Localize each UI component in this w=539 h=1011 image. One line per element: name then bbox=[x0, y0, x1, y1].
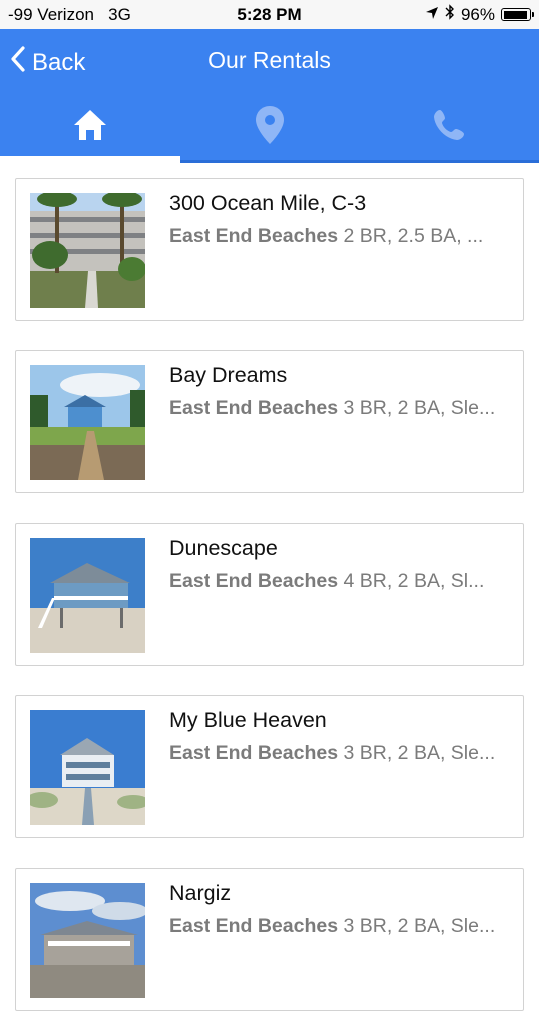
location-arrow-icon bbox=[425, 5, 439, 25]
rental-name: My Blue Heaven bbox=[169, 708, 327, 732]
rental-details: 2 BR, 2.5 BA, ... bbox=[343, 225, 484, 247]
battery-icon bbox=[501, 8, 534, 21]
rental-name: Dunescape bbox=[169, 536, 278, 560]
rental-card[interactable]: Bay Dreams East End Beaches 3 BR, 2 BA, … bbox=[15, 350, 524, 493]
rental-details: 3 BR, 2 BA, Sle... bbox=[343, 397, 496, 419]
navigation-bar: Back Our Rentals bbox=[0, 29, 539, 160]
status-bar: -99 Verizon 3G 5:28 PM 96% bbox=[0, 0, 539, 29]
rental-card[interactable]: 300 Ocean Mile, C-3 East End Beaches 2 B… bbox=[15, 178, 524, 321]
rental-details: 3 BR, 2 BA, Sle... bbox=[343, 742, 496, 764]
rental-area: East End Beaches bbox=[169, 742, 339, 764]
rental-photo bbox=[30, 883, 145, 998]
rental-card[interactable]: My Blue Heaven East End Beaches 3 BR, 2 … bbox=[15, 695, 524, 838]
rental-area: East End Beaches bbox=[169, 225, 339, 247]
rental-card[interactable]: Nargiz East End Beaches 3 BR, 2 BA, Sle.… bbox=[15, 868, 524, 1011]
rental-details: 4 BR, 2 BA, Sl... bbox=[343, 570, 485, 592]
phone-icon bbox=[432, 108, 466, 147]
rental-summary: East End Beaches 2 BR, 2.5 BA, ... bbox=[169, 225, 509, 248]
battery-percent: 96% bbox=[460, 4, 495, 24]
rental-photo bbox=[30, 538, 145, 653]
rental-summary: East End Beaches 3 BR, 2 BA, Sle... bbox=[169, 397, 509, 420]
rental-photo bbox=[30, 710, 145, 825]
rental-area: East End Beaches bbox=[169, 570, 339, 592]
rental-details: 3 BR, 2 BA, Sle... bbox=[343, 915, 496, 937]
rental-name: Bay Dreams bbox=[169, 363, 288, 387]
rental-summary: East End Beaches 3 BR, 2 BA, Sle... bbox=[169, 915, 509, 938]
tab-phone[interactable] bbox=[359, 95, 539, 160]
tab-home[interactable] bbox=[0, 95, 180, 160]
home-icon bbox=[72, 108, 108, 147]
rental-area: East End Beaches bbox=[169, 915, 339, 937]
tab-underline-divider bbox=[180, 160, 539, 163]
rental-name: 300 Ocean Mile, C-3 bbox=[169, 191, 367, 215]
rental-summary: East End Beaches 4 BR, 2 BA, Sl... bbox=[169, 570, 509, 593]
map-pin-icon bbox=[255, 105, 285, 150]
rental-photo bbox=[30, 193, 145, 308]
status-right: 96% bbox=[425, 4, 534, 25]
tab-bar bbox=[0, 95, 539, 160]
rental-photo bbox=[30, 365, 145, 480]
page-title: Our Rentals bbox=[208, 47, 331, 73]
rental-card[interactable]: Dunescape East End Beaches 4 BR, 2 BA, S… bbox=[15, 523, 524, 666]
bluetooth-icon bbox=[445, 4, 455, 25]
rental-name: Nargiz bbox=[169, 881, 232, 905]
tab-map[interactable] bbox=[180, 95, 360, 160]
rental-summary: East End Beaches 3 BR, 2 BA, Sle... bbox=[169, 742, 509, 765]
rental-area: East End Beaches bbox=[169, 397, 339, 419]
